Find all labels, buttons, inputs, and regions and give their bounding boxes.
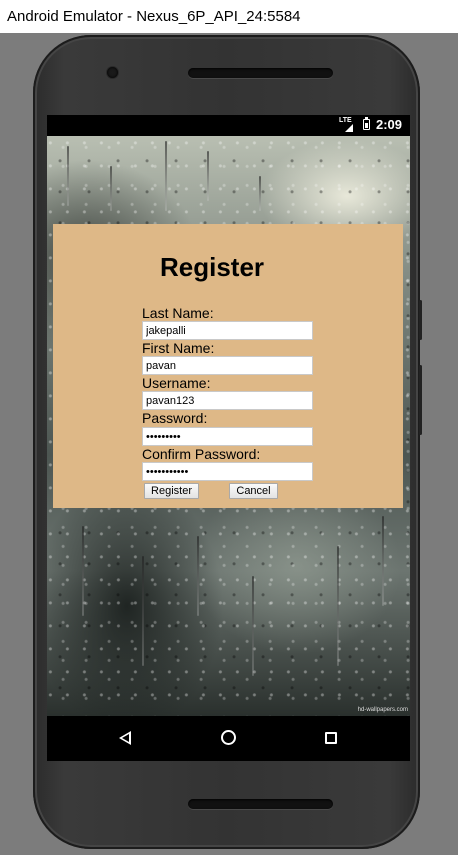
register-button[interactable]: Register <box>144 483 199 499</box>
signal-icon <box>345 124 353 132</box>
status-time: 2:09 <box>375 117 402 132</box>
rain-streak <box>142 556 144 666</box>
wallpaper-watermark: hd-wallpapers.com <box>357 707 408 713</box>
rain-streak <box>259 176 261 211</box>
rain-streak <box>252 576 254 676</box>
rain-streak <box>197 536 199 616</box>
username-input[interactable] <box>142 391 313 410</box>
rain-streak <box>110 166 112 211</box>
username-label: Username: <box>142 375 211 391</box>
rain-streak <box>165 141 167 211</box>
back-icon[interactable] <box>119 731 131 745</box>
rain-streak <box>382 516 384 606</box>
navigation-bar <box>47 716 410 761</box>
register-form: Register Last Name: First Name: Username… <box>53 224 403 508</box>
bottom-speaker <box>188 799 333 809</box>
last-name-label: Last Name: <box>142 305 214 321</box>
power-button[interactable] <box>419 300 422 340</box>
register-title: Register <box>160 252 265 282</box>
first-name-input[interactable] <box>142 356 313 375</box>
rain-wallpaper: hd-wallpapers.com Register Last Name: Fi… <box>47 136 410 716</box>
front-camera <box>107 67 118 78</box>
window-title: Android Emulator - Nexus_6P_API_24:5584 <box>7 8 301 25</box>
rain-streak <box>337 546 339 666</box>
confirm-password-input[interactable] <box>142 462 313 481</box>
lte-icon: LTE <box>339 117 352 124</box>
home-icon[interactable] <box>221 730 236 745</box>
emulator-title-bar: Android Emulator - Nexus_6P_API_24:5584 <box>0 0 458 33</box>
first-name-label: First Name: <box>142 340 215 356</box>
confirm-password-label: Confirm Password: <box>142 446 261 462</box>
device-screen: LTE 2:09 hd-wallpapers.com Register Last… <box>47 115 410 761</box>
volume-button[interactable] <box>419 365 422 435</box>
rain-streak <box>82 526 84 616</box>
battery-icon <box>363 117 370 130</box>
password-input[interactable] <box>142 427 313 446</box>
last-name-input[interactable] <box>142 321 313 340</box>
cancel-button[interactable]: Cancel <box>229 483 278 499</box>
status-bar: LTE 2:09 <box>47 115 410 136</box>
recents-icon[interactable] <box>325 732 337 744</box>
rain-streak <box>207 151 209 201</box>
top-speaker <box>188 68 333 78</box>
password-label: Password: <box>142 410 208 426</box>
rain-streak <box>67 146 69 206</box>
